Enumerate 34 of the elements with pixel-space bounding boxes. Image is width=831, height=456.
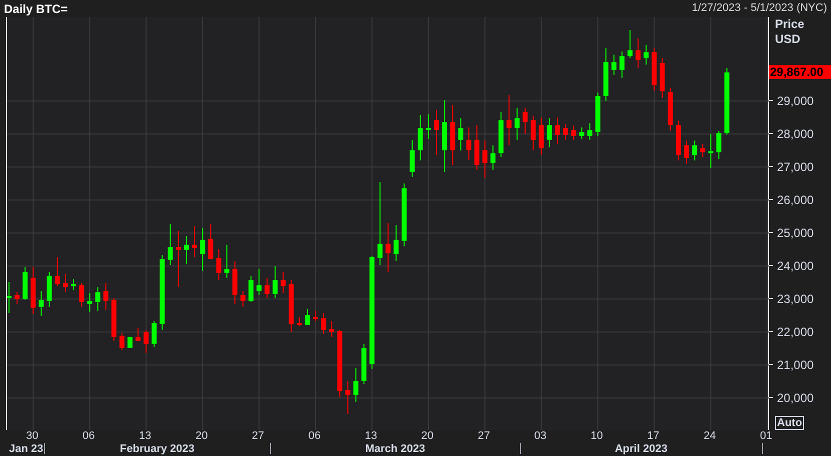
x-tick-label: 20 <box>195 430 208 443</box>
y-tick-label: 20,000 <box>777 390 814 407</box>
y-tick-label: 22,000 <box>777 324 814 341</box>
y-tick-label: 23,000 <box>777 290 814 308</box>
x-tick-label: 03 <box>534 430 546 443</box>
x-tick-label: 30 <box>26 430 38 443</box>
x-tick-label: 27 <box>478 430 490 443</box>
x-tick-label: 06 <box>82 430 95 443</box>
y-tick-label: 24,000 <box>777 258 814 275</box>
x-tick-label: 06 <box>308 430 321 443</box>
y-tick-label: 21,000 <box>777 356 814 374</box>
month-label: Jan 23 <box>9 443 44 456</box>
y-tick-label: 25,000 <box>777 224 814 242</box>
x-tick-label: 13 <box>139 430 152 443</box>
axis-title: Price <box>775 17 804 32</box>
x-tick-label: 27 <box>252 430 264 443</box>
y-tick-label: 26,000 <box>777 192 814 209</box>
x-tick-label: 24 <box>704 430 716 443</box>
chart-title: Daily BTC= <box>4 0 68 18</box>
axis-unit: USD <box>775 32 802 47</box>
x-tick-label: 20 <box>421 430 434 443</box>
month-label: March 2023 <box>365 443 426 456</box>
x-tick-label: 01 <box>760 430 772 443</box>
last-price-label: 29,867.00 <box>769 65 831 80</box>
x-tick-label: 17 <box>647 430 660 443</box>
y-tick-label: 29,000 <box>777 92 814 110</box>
month-label: April 2023 <box>614 443 668 456</box>
auto-scale-button[interactable]: Auto <box>775 416 804 430</box>
month-label: February 2023 <box>120 443 195 456</box>
y-tick-label: 28,000 <box>777 126 814 143</box>
date-range: 1/27/2023 - 5/1/2023 (NYC) <box>692 1 827 16</box>
x-tick-label: 13 <box>364 430 378 443</box>
y-tick-label: 27,000 <box>777 158 814 176</box>
x-tick-label: 10 <box>590 430 603 443</box>
